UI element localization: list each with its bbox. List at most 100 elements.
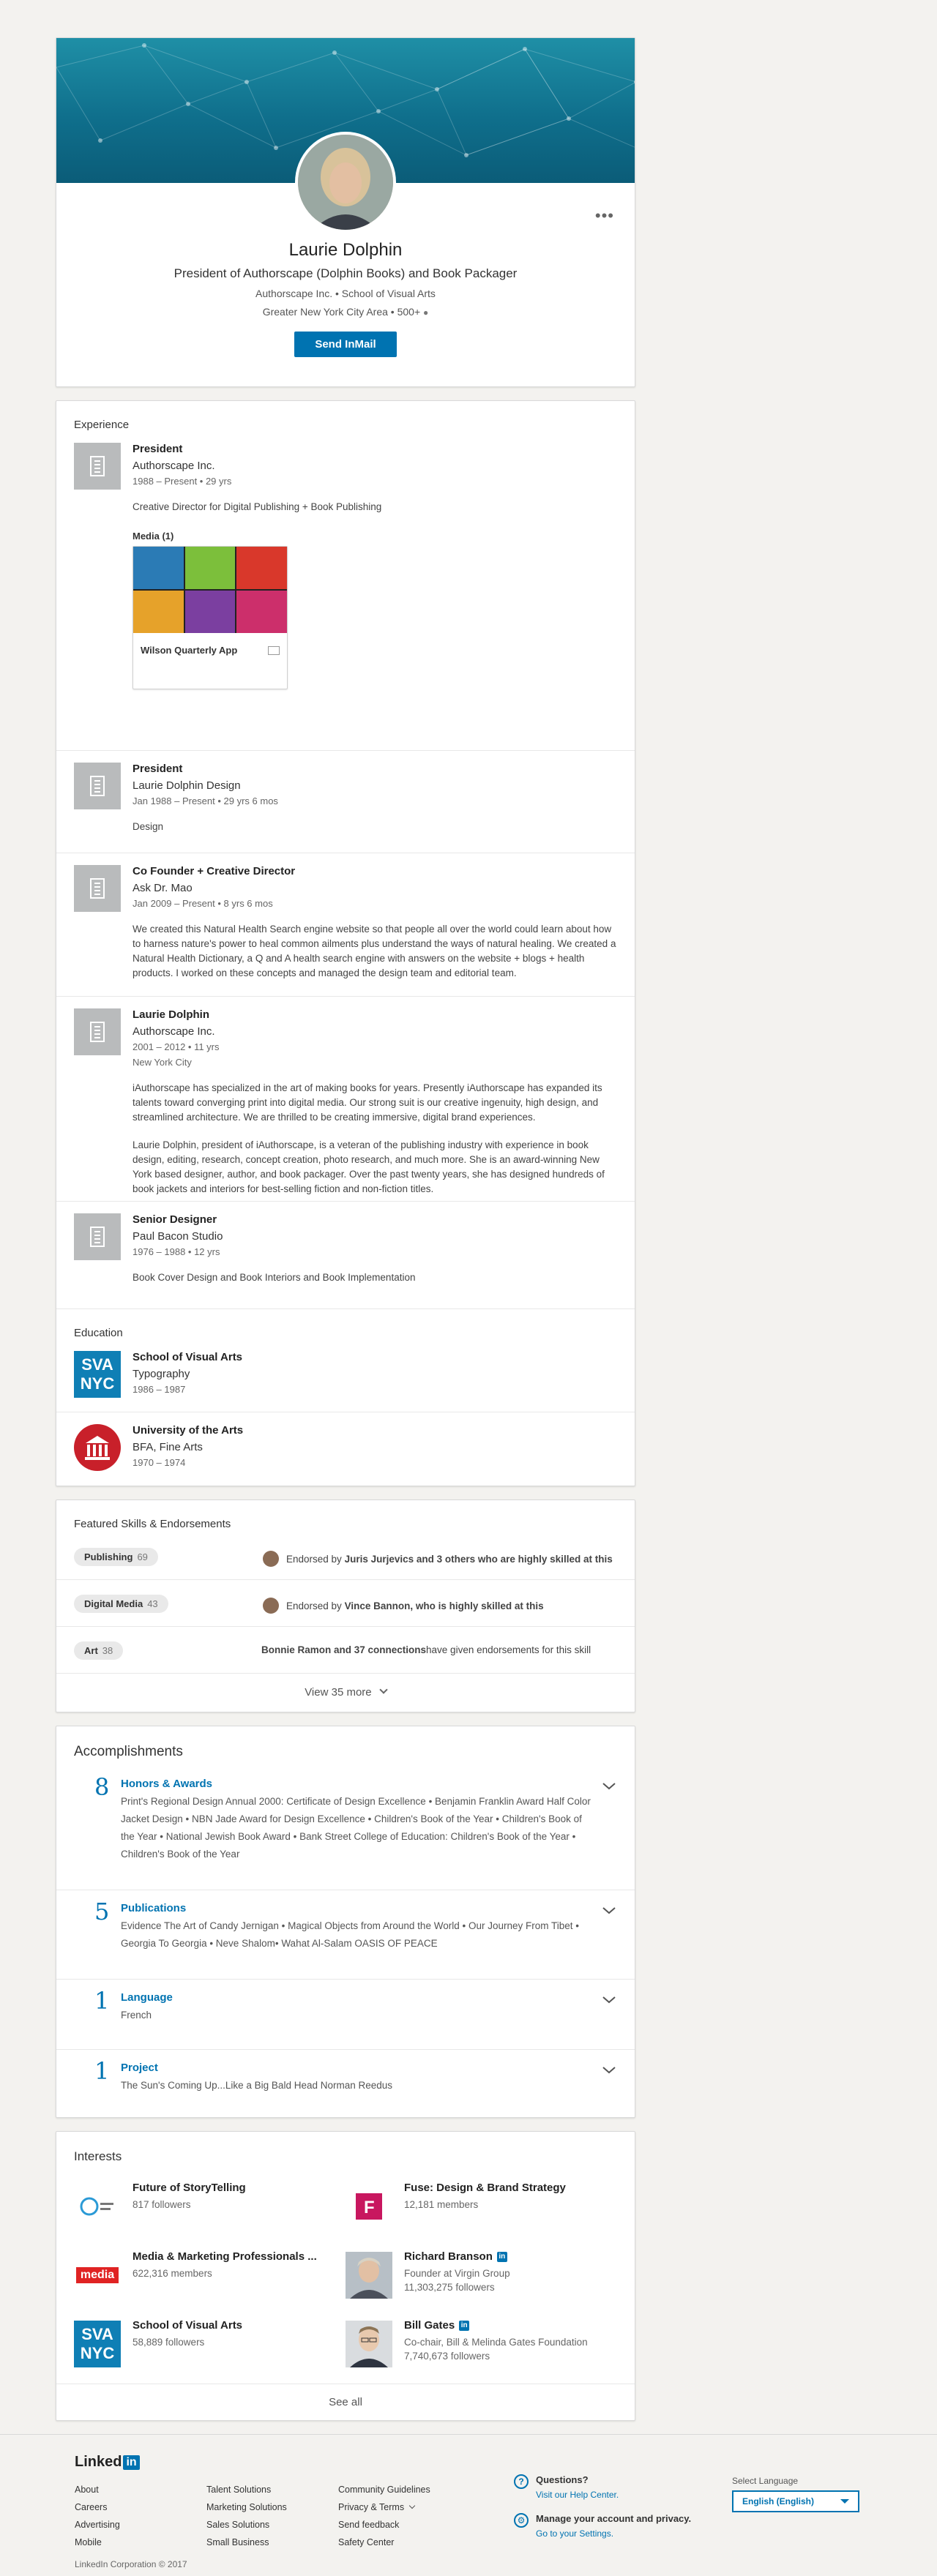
school-dates: 1970 – 1974: [132, 1457, 186, 1468]
linkedin-logo-text: Linked: [75, 2454, 122, 2470]
experience-company: Authorscape Inc.: [132, 460, 215, 472]
footer-link[interactable]: Marketing Solutions: [206, 2502, 287, 2512]
language-select[interactable]: English (English): [732, 2490, 859, 2512]
interest-meta: Founder at Virgin Group: [404, 2268, 510, 2279]
accomplishment-title[interactable]: Project: [121, 2062, 591, 2074]
accomplishment-title[interactable]: Honors & Awards: [121, 1778, 591, 1790]
company-logo-placeholder-icon: [74, 865, 121, 912]
school-name: University of the Arts: [132, 1424, 244, 1437]
interest-item[interactable]: F Fuse: Design & Brand Strategy 12,181 m…: [346, 2171, 617, 2240]
language-label: Select Language: [732, 2476, 799, 2486]
skills-card: Featured Skills & Endorsements Publishin…: [56, 1499, 635, 1712]
endorse-bold[interactable]: Bonnie Ramon and 37 connections: [261, 1644, 426, 1655]
experience-title: Senior Designer: [132, 1213, 217, 1226]
view-more-skills-button[interactable]: View 35 more: [56, 1674, 635, 1712]
profile-info: Laurie Dolphin President of Authorscape …: [56, 240, 635, 357]
interest-item[interactable]: SVA NYC School of Visual Arts 58,889 fol…: [74, 2309, 346, 2378]
accomplishment-item: 8 Honors & Awards Print's Regional Desig…: [56, 1766, 635, 1890]
location-text: Greater New York City Area • 500+: [262, 306, 421, 318]
footer-link[interactable]: Safety Center: [338, 2537, 430, 2547]
accomplishment-count: 1: [94, 2057, 110, 2085]
accomplishment-title[interactable]: Publications: [121, 1902, 591, 1914]
chevron-down-icon[interactable]: [602, 2064, 616, 2078]
endorse-suffix: have given endorsements for this skill: [426, 1644, 591, 1655]
interest-item[interactable]: Future of StoryTelling 817 followers: [74, 2171, 346, 2240]
see-all-interests-button[interactable]: See all: [56, 2384, 635, 2420]
interest-item[interactable]: Richard Branson in Founder at Virgin Grou…: [346, 2240, 617, 2309]
media-card[interactable]: Wilson Quarterly App: [132, 546, 288, 689]
experience-description: We created this Natural Health Search en…: [132, 924, 616, 978]
chevron-down-icon[interactable]: [602, 1994, 616, 2007]
footer-link[interactable]: Careers: [75, 2502, 120, 2512]
profile-name: Laurie Dolphin: [288, 240, 403, 260]
skill-row: Art 38 Bonnie Ramon and 37 connections ha…: [56, 1627, 635, 1674]
experience-item[interactable]: Senior Designer Paul Bacon Studio 1976 –…: [56, 1202, 635, 1308]
language-selector: Select Language English (English): [732, 2476, 859, 2512]
experience-description: iAuthorscape has specialized in the art …: [132, 1082, 602, 1123]
company-logo-placeholder-icon: [74, 763, 121, 809]
endorse-prefix: Endorsed by: [286, 1553, 342, 1565]
skill-pill[interactable]: Digital Media 43: [74, 1595, 168, 1613]
interest-name: Bill Gates in: [404, 2319, 617, 2332]
send-inmail-button[interactable]: Send InMail: [294, 332, 397, 357]
endorser-avatar: [263, 1551, 279, 1567]
footer-link[interactable]: Send feedback: [338, 2520, 430, 2530]
skill-row: Digital Media 43 Endorsed by Vince Bannon…: [56, 1580, 635, 1627]
experience-item[interactable]: President Laurie Dolphin Design Jan 1988…: [56, 751, 635, 853]
skill-pill[interactable]: Art 38: [74, 1641, 124, 1660]
interests-grid: Future of StoryTelling 817 followers F F…: [56, 2164, 635, 2378]
skill-endorsement: Bonnie Ramon and 37 connections have giv…: [261, 1644, 591, 1655]
experience-item[interactable]: Co Founder + Creative Director Ask Dr. M…: [56, 853, 635, 997]
footer-link[interactable]: Privacy & Terms: [338, 2502, 430, 2512]
skill-count: 38: [102, 1645, 113, 1656]
media-caption: Wilson Quarterly App: [133, 633, 287, 667]
profile-location-line: Greater New York City Area • 500+ ●: [56, 306, 635, 318]
skill-pill[interactable]: Publishing 69: [74, 1548, 158, 1566]
interest-meta-2: 11,303,275 followers: [404, 2282, 495, 2293]
interest-item[interactable]: media Media & Marketing Professionals ..…: [74, 2240, 346, 2309]
accomplishment-count: 8: [94, 1773, 110, 1801]
education-item[interactable]: University of the Arts BFA, Fine Arts 19…: [56, 1412, 635, 1486]
company-logo-placeholder-icon: [74, 1008, 121, 1055]
experience-item[interactable]: President Authorscape Inc. 1988 – Presen…: [56, 431, 635, 751]
help-center-link[interactable]: Visit our Help Center.: [536, 2490, 619, 2500]
media-thumbnail: [133, 547, 287, 633]
footer-link[interactable]: Small Business: [206, 2537, 287, 2547]
footer-link[interactable]: Community Guidelines: [338, 2485, 430, 2495]
education-heading: Education: [74, 1327, 123, 1339]
skill-row: Publishing 69 Endorsed by Juris Jurjevics…: [56, 1533, 635, 1580]
linkedin-logo[interactable]: Linked in: [75, 2454, 140, 2471]
footer-link[interactable]: Sales Solutions: [206, 2520, 287, 2530]
accomplishments-heading: Accomplishments: [74, 1744, 183, 1759]
interest-meta: 622,316 members: [132, 2268, 212, 2279]
endorse-bold[interactable]: Juris Jurjevics and 3 others who are hig…: [345, 1554, 613, 1565]
influencer-badge-icon: in: [496, 2251, 507, 2262]
education-item[interactable]: SVA NYC School of Visual Arts Typography…: [56, 1339, 635, 1412]
chevron-down-icon[interactable]: [602, 1905, 616, 1918]
experience-description: Creative Director for Digital Publishing…: [132, 501, 382, 512]
interest-meta: 12,181 members: [404, 2199, 479, 2210]
profile-photo[interactable]: [295, 132, 396, 233]
settings-link[interactable]: Go to your Settings.: [536, 2528, 691, 2539]
accomplishment-body: French: [121, 2010, 152, 2021]
interests-card: Interests Future of StoryTelling 817 fol…: [56, 2131, 635, 2421]
footer-link[interactable]: Mobile: [75, 2537, 120, 2547]
footer-column-1: About Careers Advertising Mobile: [75, 2485, 120, 2555]
sva-logo: SVA NYC: [74, 1351, 121, 1398]
endorse-bold[interactable]: Vince Bannon, who is highly skilled at t…: [345, 1600, 544, 1611]
experience-dates: 1976 – 1988 • 12 yrs: [132, 1246, 220, 1257]
footer-link[interactable]: About: [75, 2485, 120, 2495]
profile-headline: President of Authorscape (Dolphin Books)…: [173, 266, 518, 280]
accomplishments-card: Accomplishments 8 Honors & Awards Print'…: [56, 1726, 635, 2118]
experience-description: Book Cover Design and Book Interiors and…: [132, 1272, 416, 1283]
interest-item[interactable]: Bill Gates in Co-chair, Bill & Melinda Ga…: [346, 2309, 617, 2378]
footer-link[interactable]: Talent Solutions: [206, 2485, 287, 2495]
chevron-down-icon[interactable]: [602, 1781, 616, 1794]
accomplishment-title[interactable]: Language: [121, 1991, 591, 2004]
sva-logo-text-1: SVA: [81, 2325, 113, 2343]
chevron-down-icon: [379, 1685, 388, 1694]
experience-item[interactable]: Laurie Dolphin Authorscape Inc. 2001 – 2…: [56, 997, 635, 1202]
more-actions-button[interactable]: •••: [595, 206, 614, 225]
sva-logo-text-1: SVA: [81, 1355, 113, 1374]
footer-link[interactable]: Advertising: [75, 2520, 120, 2530]
